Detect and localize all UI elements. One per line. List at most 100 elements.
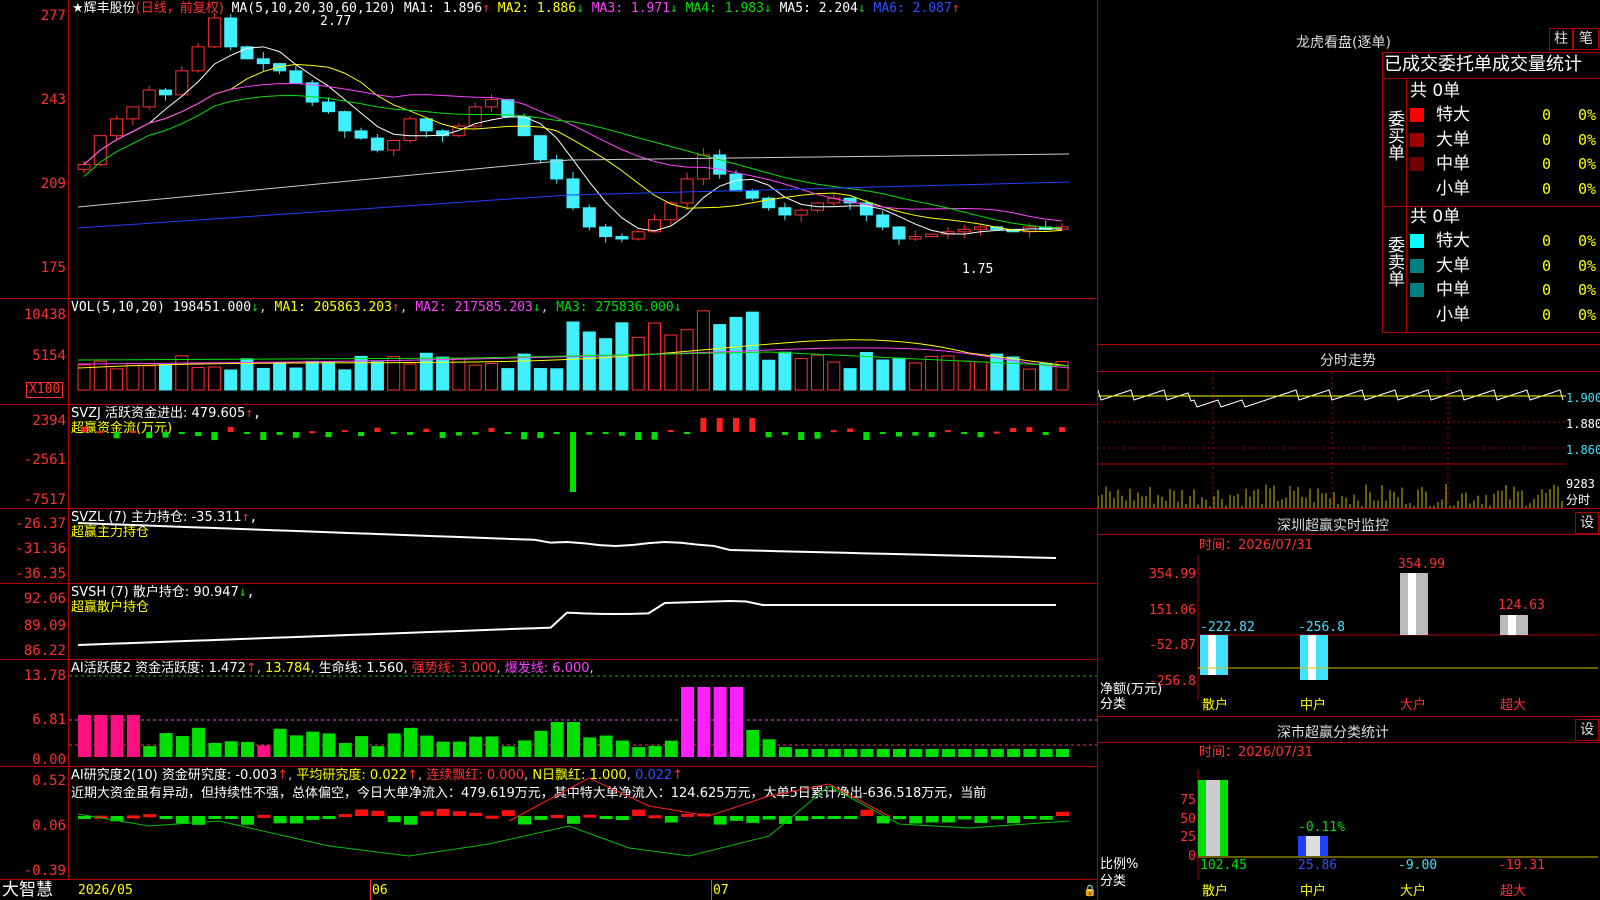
order-count: 0 (1542, 179, 1552, 198)
svzj-tick: -2561 (23, 452, 66, 468)
vol-tick: 5154 (32, 348, 66, 364)
intraday-tick: 1.860 (1566, 443, 1600, 457)
research-bar (273, 816, 287, 824)
research-bar (224, 816, 238, 819)
stats-x-label: 分类 (1100, 874, 1127, 889)
research-bar (762, 816, 776, 820)
activity-bar (241, 741, 254, 757)
fund-flow-bar (847, 428, 854, 432)
volume-bar (599, 338, 613, 391)
color-swatch (1410, 234, 1424, 248)
volume-bar (1006, 356, 1020, 391)
activity-bar (958, 749, 972, 757)
research-bar (159, 816, 173, 819)
research-bar (681, 813, 695, 817)
candle (370, 137, 384, 151)
research-bar (518, 816, 532, 825)
candlestick-chart[interactable] (69, 0, 1097, 298)
candle (631, 231, 645, 240)
research-bar (143, 814, 157, 818)
vol-unit-badge[interactable]: X100 (26, 382, 64, 398)
activity-bar (860, 749, 874, 757)
research-bar (126, 815, 140, 819)
retail-holding-chart[interactable] (69, 583, 1097, 659)
fund-flow-bar (1026, 427, 1033, 432)
fund-flow-bar (178, 432, 185, 434)
volume-bar (419, 352, 433, 391)
volume-bar (843, 368, 857, 391)
ai-activity-chart[interactable] (69, 659, 1097, 766)
research-bar (192, 816, 206, 825)
ai1-tick: 0.00 (32, 752, 66, 768)
candle (338, 111, 352, 132)
monitor-settings-button[interactable]: 设 (1575, 512, 1599, 534)
svsh-tick: 92.06 (23, 591, 66, 607)
volume-bar (1022, 368, 1036, 391)
candle (892, 226, 906, 240)
candle (256, 58, 270, 65)
activity-bar (599, 735, 613, 757)
activity-bar (893, 749, 906, 757)
bar-mode-button[interactable]: 柱 (1549, 28, 1573, 50)
volume-bar (925, 355, 939, 391)
volume-bar (876, 359, 890, 391)
activity-bar (762, 739, 776, 757)
volume-bar (550, 368, 564, 391)
volume-bar (93, 360, 107, 391)
fund-flow-bar (618, 432, 625, 436)
main-holding-chart[interactable] (69, 508, 1097, 583)
fund-flow-chart[interactable] (69, 404, 1097, 508)
research-bar (909, 816, 923, 824)
order-size-label: 中单 (1436, 154, 1470, 174)
vol-tick: 10438 (23, 307, 66, 323)
research-bar (452, 811, 466, 816)
research-bar (632, 809, 646, 816)
intraday-tick: 1.900 (1566, 391, 1600, 405)
candle (387, 140, 401, 151)
research-bar (974, 816, 988, 823)
stats-title: 深市超赢分类统计 (1277, 725, 1389, 741)
volume-bar (631, 336, 645, 391)
research-bar (615, 816, 629, 821)
research-bar (1023, 816, 1037, 819)
color-swatch (1410, 258, 1424, 273)
volume-bar (1039, 362, 1053, 391)
ai1-tick: 6.81 (32, 712, 66, 728)
volume-bar (582, 331, 596, 391)
stats-settings-button[interactable]: 设 (1575, 719, 1599, 741)
candle (533, 135, 547, 161)
order-row: 大单 0 0% (1410, 129, 1600, 151)
intraday-chart[interactable] (1098, 372, 1566, 508)
lock-icon[interactable]: 🔒 (1083, 884, 1097, 897)
volume-bar (713, 324, 727, 391)
volume-bar (452, 357, 466, 391)
monitor-bar-highlight (1408, 573, 1416, 635)
monitor-value: 124.63 (1498, 598, 1545, 613)
research-bar (257, 814, 271, 818)
candle (599, 226, 613, 238)
research-bar (289, 816, 303, 824)
dragon-panel-title: 龙虎看盘(逐单) (1296, 35, 1391, 51)
ai-research-chart[interactable] (69, 766, 1097, 879)
monitor-tick: 354.99 (1149, 567, 1196, 582)
fund-flow-bar (146, 432, 153, 439)
fund-flow-bar (292, 432, 299, 438)
fund-flow-bar (488, 427, 495, 432)
fund-flow-bar (358, 432, 365, 437)
fund-flow-bar (325, 432, 332, 438)
fund-flow-bar (260, 432, 267, 440)
candle (957, 228, 971, 233)
volume-chart[interactable] (69, 298, 1097, 404)
order-row: 中单 0 0% (1410, 153, 1600, 175)
candle (224, 17, 238, 48)
tick-mode-button[interactable]: 笔 (1573, 28, 1599, 50)
fund-flow-bar (227, 426, 234, 432)
research-bar (860, 809, 874, 816)
monitor-y-label: 净额(万元) (1100, 682, 1163, 697)
fund-flow-bar (407, 432, 413, 435)
research-bar (1056, 811, 1069, 816)
brand-logo[interactable]: 大智慧 (2, 881, 53, 899)
fund-flow-bar (553, 432, 560, 434)
monitor-tick: 151.06 (1149, 603, 1196, 618)
order-row: 小单 0 0% (1410, 178, 1600, 200)
